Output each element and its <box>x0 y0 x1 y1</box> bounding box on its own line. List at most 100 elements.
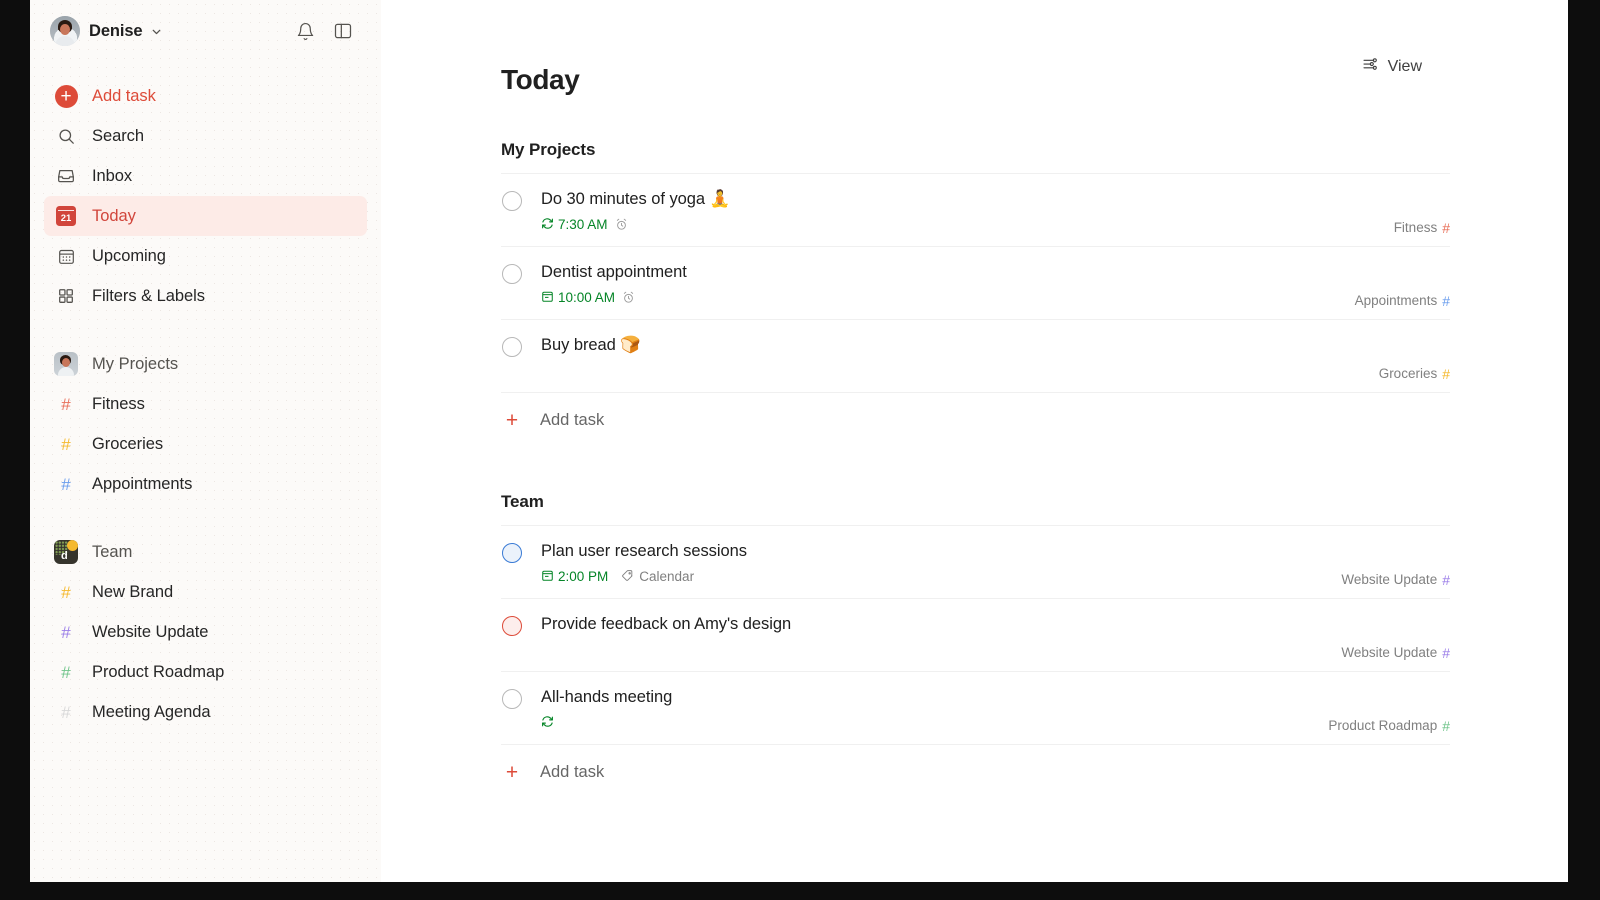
add-task-label: Add task <box>540 411 604 430</box>
user-name[interactable]: Denise <box>89 22 143 41</box>
sidebar-project-appointments[interactable]: # Appointments <box>44 464 367 504</box>
my-projects-avatar-icon <box>54 352 78 376</box>
calendar-icon <box>541 569 554 585</box>
task-row[interactable]: Do 30 minutes of yoga 🧘 7:30 AM <box>501 173 1450 246</box>
task-row[interactable]: Buy bread 🍞 Groceries # <box>501 319 1450 392</box>
add-task-row[interactable]: + Add task <box>501 392 1450 448</box>
sidebar-project-website-update[interactable]: # Website Update <box>44 612 367 652</box>
add-task-label: Add task <box>540 763 604 782</box>
task-project-label[interactable]: Fitness # <box>1394 220 1450 235</box>
sidebar-project-product-roadmap[interactable]: # Product Roadmap <box>44 652 367 692</box>
spacer <box>44 316 367 344</box>
group-title: My Projects <box>501 140 1450 160</box>
sidebar-item-inbox[interactable]: Inbox <box>44 156 367 196</box>
hash-icon: # <box>1442 719 1450 733</box>
task-row[interactable]: Provide feedback on Amy's design Website… <box>501 598 1450 671</box>
sidebar-panel-icon[interactable] <box>333 21 353 41</box>
app-window: Denise + Add task <box>30 0 1568 882</box>
task-project-label[interactable]: Website Update # <box>1341 645 1450 660</box>
alarm-icon[interactable] <box>622 291 635 304</box>
main-content: View Today My Projects Do 30 minutes of … <box>381 0 1568 882</box>
task-name[interactable]: All-hands meeting <box>541 687 1450 708</box>
task-project-label[interactable]: Groceries # <box>1379 366 1450 381</box>
alarm-icon[interactable] <box>615 218 628 231</box>
sidebar-item-add-task[interactable]: + Add task <box>44 76 367 116</box>
sidebar-item-today[interactable]: 21 Today <box>44 196 367 236</box>
task-name[interactable]: Do 30 minutes of yoga 🧘 <box>541 189 1450 210</box>
task-checkbox[interactable] <box>502 337 522 357</box>
spacer <box>44 504 367 532</box>
bell-icon[interactable] <box>296 22 315 41</box>
task-label[interactable]: Calendar <box>621 569 694 585</box>
project-label: Groceries <box>92 435 163 454</box>
avatar[interactable] <box>50 16 80 46</box>
task-due-date[interactable] <box>541 715 558 731</box>
project-label: New Brand <box>92 583 173 602</box>
task-due-date[interactable]: 2:00 PM <box>541 569 608 585</box>
sidebar-project-fitness[interactable]: # Fitness <box>44 384 367 424</box>
hash-icon: # <box>1442 294 1450 308</box>
task-checkbox[interactable] <box>502 543 522 563</box>
project-label: Fitness <box>92 395 145 414</box>
task-body: Provide feedback on Amy's design <box>541 614 1450 635</box>
sidebar: Denise + Add task <box>30 0 381 882</box>
task-due-date[interactable]: 10:00 AM <box>541 290 615 306</box>
task-project-label[interactable]: Product Roadmap # <box>1328 718 1450 733</box>
sidebar-item-label: Upcoming <box>92 247 166 266</box>
search-icon <box>54 124 78 148</box>
hash-icon: # <box>54 624 78 641</box>
chevron-down-icon[interactable] <box>150 25 163 38</box>
project-label: Appointments <box>92 475 192 494</box>
task-project-name: Website Update <box>1341 572 1437 587</box>
grid-icon <box>54 284 78 308</box>
task-name[interactable]: Provide feedback on Amy's design <box>541 614 1450 635</box>
plus-icon: + <box>502 410 522 431</box>
sidebar-project-groceries[interactable]: # Groceries <box>44 424 367 464</box>
hash-icon: # <box>54 476 78 493</box>
task-checkbox[interactable] <box>502 689 522 709</box>
task-group-team: Team Plan user research sessions 2:00 PM <box>501 492 1450 800</box>
task-label-text: Calendar <box>639 569 694 584</box>
task-meta: 10:00 AM <box>541 290 1450 306</box>
sidebar-header: Denise <box>44 0 367 62</box>
task-project-label[interactable]: Appointments # <box>1355 293 1450 308</box>
task-checkbox[interactable] <box>502 264 522 284</box>
workspace-header-team[interactable]: d Team <box>44 532 367 572</box>
task-body: Dentist appointment 10:00 AM <box>541 262 1450 306</box>
hash-icon: # <box>54 704 78 721</box>
sidebar-item-filters-labels[interactable]: Filters & Labels <box>44 276 367 316</box>
workspace-header-my-projects[interactable]: My Projects <box>44 344 367 384</box>
task-project-label[interactable]: Website Update # <box>1341 572 1450 587</box>
sidebar-project-meeting-agenda[interactable]: # Meeting Agenda <box>44 692 367 732</box>
task-project-name: Fitness <box>1394 220 1438 235</box>
task-body: Plan user research sessions 2:00 PM <box>541 541 1450 585</box>
task-body: Do 30 minutes of yoga 🧘 7:30 AM <box>541 189 1450 233</box>
task-name[interactable]: Buy bread 🍞 <box>541 335 1450 356</box>
sidebar-item-upcoming[interactable]: Upcoming <box>44 236 367 276</box>
karma-progress-ring <box>50 16 80 46</box>
task-project-name: Website Update <box>1341 645 1437 660</box>
workspace-title: Team <box>92 543 132 562</box>
task-due-date-text: 7:30 AM <box>558 217 608 232</box>
sidebar-project-new-brand[interactable]: # New Brand <box>44 572 367 612</box>
hash-icon: # <box>54 436 78 453</box>
view-button-label: View <box>1388 58 1422 76</box>
view-button[interactable]: View <box>1361 55 1422 78</box>
task-checkbox[interactable] <box>502 191 522 211</box>
sidebar-item-label: Today <box>92 207 136 226</box>
task-row[interactable]: Dentist appointment 10:00 AM <box>501 246 1450 319</box>
add-task-row[interactable]: + Add task <box>501 744 1450 800</box>
task-due-date[interactable]: 7:30 AM <box>541 217 608 233</box>
task-name[interactable]: Dentist appointment <box>541 262 1450 283</box>
task-row[interactable]: Plan user research sessions 2:00 PM <box>501 525 1450 598</box>
page-title: Today <box>501 64 1450 96</box>
hash-icon: # <box>1442 646 1450 660</box>
sidebar-item-search[interactable]: Search <box>44 116 367 156</box>
calendar-icon <box>541 290 554 306</box>
task-name[interactable]: Plan user research sessions <box>541 541 1450 562</box>
hash-icon: # <box>54 664 78 681</box>
recurring-icon <box>541 217 554 233</box>
task-row[interactable]: All-hands meeting Product Roadmap # <box>501 671 1450 744</box>
sliders-icon <box>1361 55 1379 78</box>
task-checkbox[interactable] <box>502 616 522 636</box>
